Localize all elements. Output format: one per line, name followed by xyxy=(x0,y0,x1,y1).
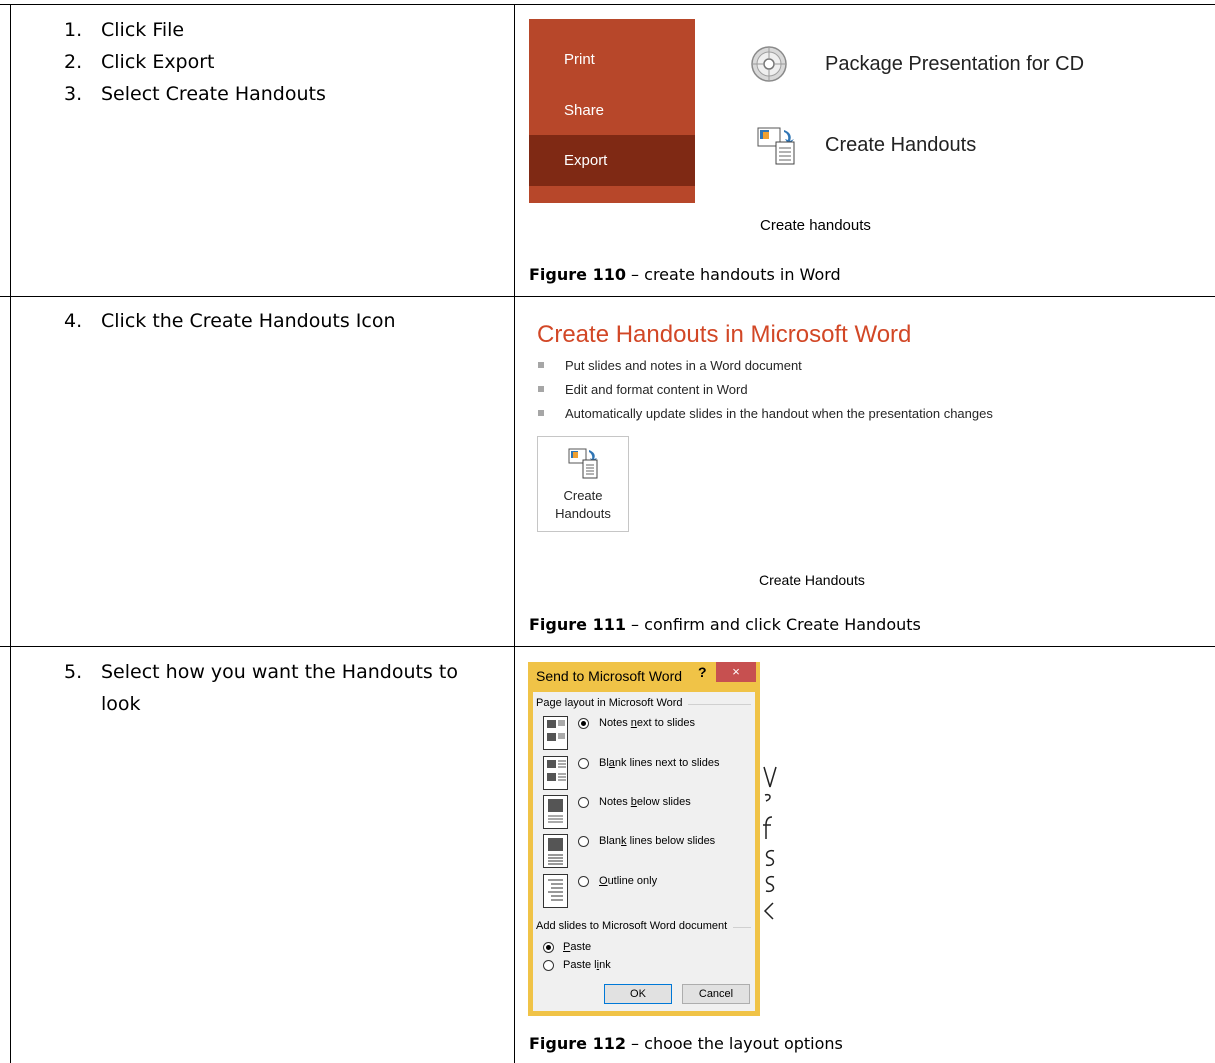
option-outline-only-label[interactable]: Outline only xyxy=(599,875,657,887)
blank-lines-next-icon xyxy=(543,756,568,790)
bullet-square-icon xyxy=(538,410,544,416)
radio-blank-below[interactable] xyxy=(578,836,589,847)
list-item: Edit and format content in Word xyxy=(537,380,993,404)
notes-below-slides-icon xyxy=(543,795,568,829)
help-button[interactable]: ? xyxy=(698,664,707,680)
step-item: 4. Click the Create Handouts Icon xyxy=(64,310,396,332)
option-blank-below-label[interactable]: Blank lines below slides xyxy=(599,835,715,847)
group-divider xyxy=(733,927,751,928)
create-handouts-option[interactable]: Create Handouts xyxy=(825,134,976,157)
layout-group-label: Page layout in Microsoft Word xyxy=(536,697,683,709)
ok-button[interactable]: OK xyxy=(604,984,672,1004)
radio-outline-only[interactable] xyxy=(578,876,589,887)
option-notes-below-label[interactable]: Notes below slides xyxy=(599,796,691,808)
bullet-square-icon xyxy=(538,362,544,368)
create-handouts-icon xyxy=(568,448,598,479)
background-text-fragment xyxy=(763,766,777,920)
figure-subcaption: Create handouts xyxy=(760,217,871,234)
figure-caption: Figure 110 – create handouts in Word xyxy=(529,265,841,284)
cancel-button[interactable]: Cancel xyxy=(682,984,750,1004)
instruction-table: 1. Click File 2. Click Export 3. Select Cre… xyxy=(0,0,1215,1063)
row-divider-2 xyxy=(0,646,1215,647)
list-item: Put slides and notes in a Word document xyxy=(537,356,993,380)
menu-item-print[interactable]: Print xyxy=(529,34,695,85)
package-cd-option[interactable]: Package Presentation for CD xyxy=(825,53,1084,76)
step-item: 3. Select Create Handouts xyxy=(64,83,326,105)
radio-notes-below[interactable] xyxy=(578,797,589,808)
button-label-line2: Handouts xyxy=(555,506,611,521)
row-divider-1 xyxy=(0,296,1215,297)
create-handouts-icon xyxy=(757,127,795,165)
option-blank-next-label[interactable]: Blank lines next to slides xyxy=(599,757,719,769)
column-divider xyxy=(514,4,515,1063)
dialog-title: Send to Microsoft Word xyxy=(536,668,683,684)
radio-paste[interactable] xyxy=(543,942,554,953)
figure-caption: Figure 111 – confirm and click Create Ha… xyxy=(529,615,921,634)
step-item: 5. Select how you want the Handouts to lo… xyxy=(64,661,458,715)
paste-group-label: Add slides to Microsoft Word document xyxy=(536,920,728,932)
panel-title: Create Handouts in Microsoft Word xyxy=(537,321,912,348)
create-handouts-button[interactable]: Create Handouts xyxy=(537,436,629,532)
bullet-square-icon xyxy=(538,386,544,392)
radio-paste-link[interactable] xyxy=(543,960,554,971)
menu-item-share[interactable]: Share xyxy=(529,85,695,136)
step-item: 1. Click File xyxy=(64,19,185,41)
dialog-body: Page layout in Microsoft Word Notes next… xyxy=(533,692,755,1011)
menu-item-export[interactable]: Export xyxy=(529,135,695,186)
radio-notes-next[interactable] xyxy=(578,718,589,729)
steps-list-2: 4. Click the Create Handouts Icon xyxy=(0,305,396,337)
radio-blank-next[interactable] xyxy=(578,758,589,769)
list-item: Automatically update slides in the hando… xyxy=(537,404,993,428)
cd-icon xyxy=(751,46,787,82)
figure-caption: Figure 112 – chooe the layout options xyxy=(529,1034,843,1053)
backstage-menu: Print Share Export xyxy=(529,19,695,203)
figure-subcaption: Create Handouts xyxy=(759,572,865,588)
button-label-line1: Create xyxy=(563,488,603,503)
notes-next-to-slides-icon xyxy=(543,716,568,750)
step-item: 2. Click Export xyxy=(64,51,215,73)
close-button[interactable]: × xyxy=(716,662,756,682)
send-to-word-dialog: Send to Microsoft Word ? × Page layout i… xyxy=(528,662,760,1016)
blank-lines-below-icon xyxy=(543,834,568,868)
option-paste-label[interactable]: Paste xyxy=(563,941,591,953)
bullet-list: Put slides and notes in a Word document … xyxy=(537,356,993,428)
table-border-top xyxy=(0,4,1215,5)
option-notes-next-label[interactable]: Notes next to slides xyxy=(599,717,695,729)
outline-only-icon xyxy=(543,874,568,908)
option-paste-link-label[interactable]: Paste link xyxy=(563,959,611,971)
group-divider xyxy=(688,704,751,705)
steps-list-3: 5. Select how you want the Handouts to lo… xyxy=(0,656,491,720)
table-border-left xyxy=(10,4,11,1063)
steps-list-1: 1. Click File 2. Click Export 3. Select Cre… xyxy=(0,14,326,110)
